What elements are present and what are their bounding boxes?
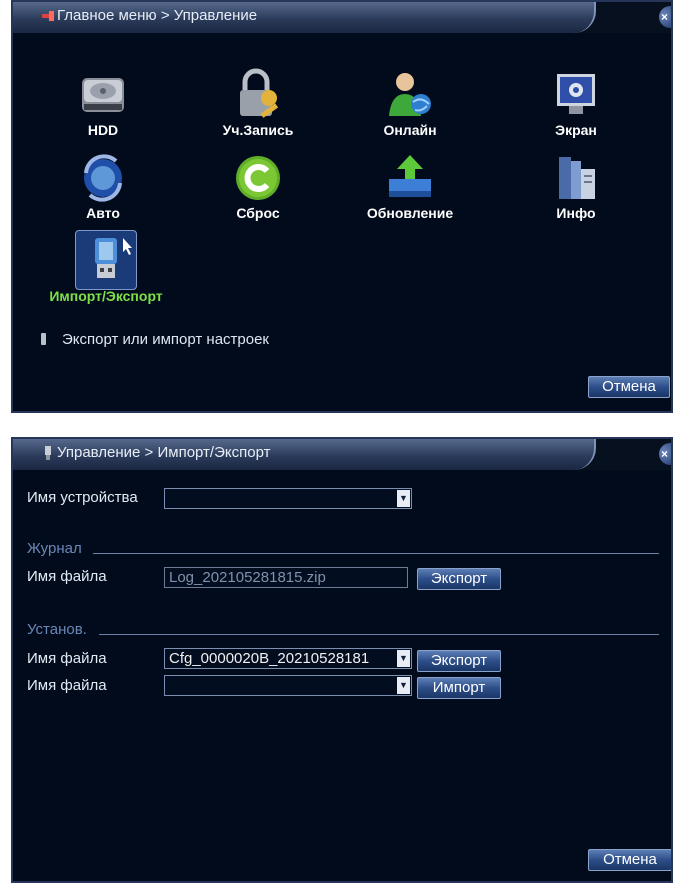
window-title: Управление > Импорт/Экспорт [57,444,271,461]
settings-section-label: Установ. [27,621,87,638]
menu-item-label: Онлайн [383,122,437,138]
window-title: Главное меню > Управление [57,7,258,24]
settings-export-file-select[interactable]: Cfg_0000020B_20210528181 ▼ [164,648,412,669]
menu-item-label: HDD [87,122,119,138]
menu-item-reset[interactable]: Сброс [183,151,333,221]
menu-item-import-export[interactable]: Импорт/Экспорт [31,234,181,304]
chevron-down-icon[interactable]: ▼ [397,677,410,694]
auto-maintain-icon [84,154,122,202]
close-icon[interactable]: × [659,443,671,465]
settings-import-button[interactable]: Импорт [417,677,501,699]
hint-text: Экспорт или импорт настроек [62,331,269,348]
menu-item-label: Экран [555,122,597,138]
chevron-down-icon[interactable]: ▼ [397,650,410,667]
journal-file-field: Log_202105281815.zip [164,567,408,588]
usb-drive-icon [95,238,132,278]
monitor-gear-icon [557,74,595,114]
menu-item-label: Сброс [236,205,280,221]
menu-item-account[interactable]: Уч.Запись [183,68,333,138]
journal-section-label: Журнал [27,540,82,557]
cancel-button[interactable]: Отмена [588,376,670,398]
settings-export-button[interactable]: Экспорт [417,650,501,672]
title-tab: Главное меню > Управление [13,2,596,33]
user-globe-icon [389,73,431,116]
menu-item-online[interactable]: Онлайн [335,68,485,138]
menu-item-update[interactable]: Обновление [335,151,485,221]
settings-export-file-value: Cfg_0000020B_20210528181 [169,650,370,667]
menu-item-info[interactable]: Инфо [501,151,651,221]
menu-item-label: Уч.Запись [222,122,294,138]
close-icon[interactable]: × [659,6,671,28]
settings-import-file-label: Имя файла [27,677,107,694]
title-bar: Управление > Импорт/Экспорт × [13,439,671,470]
settings-import-file-select[interactable]: ▼ [164,675,412,696]
menu-item-label: Инфо [556,205,596,221]
journal-export-button[interactable]: Экспорт [417,568,501,590]
usb-icon [45,446,51,460]
import-export-window: Управление > Импорт/Экспорт × Имя устрой… [11,437,673,883]
upgrade-arrow-icon [389,155,431,197]
menu-item-label: Обновление [366,205,454,221]
chevron-down-icon[interactable]: ▼ [397,490,410,507]
lock-key-icon [240,68,279,118]
journal-divider [93,553,659,554]
info-books-icon [559,157,595,199]
menu-item-label: Авто [86,205,120,221]
settings-divider [99,634,659,635]
menu-item-auto[interactable]: Авто [28,151,178,221]
hint-text-row: Экспорт или импорт настроек [41,331,269,348]
title-tab: Управление > Импорт/Экспорт [13,439,596,470]
menu-item-label: Импорт/Экспорт [49,288,163,304]
menu-item-screen[interactable]: Экран [501,68,651,138]
menu-icon [42,11,54,21]
device-name-select[interactable]: ▼ [164,488,412,509]
management-menu-window: Главное меню > Управление × HDD Уч.Запис… [11,0,673,413]
menu-item-hdd[interactable]: HDD [28,68,178,138]
title-bar: Главное меню > Управление × [13,2,671,33]
hint-icon [41,333,46,345]
hard-drive-icon [82,78,124,112]
device-name-label: Имя устройства [27,489,138,506]
settings-export-file-label: Имя файла [27,650,107,667]
cancel-button[interactable]: Отмена [588,849,671,871]
journal-file-label: Имя файла [27,568,107,585]
reset-icon [236,156,280,200]
